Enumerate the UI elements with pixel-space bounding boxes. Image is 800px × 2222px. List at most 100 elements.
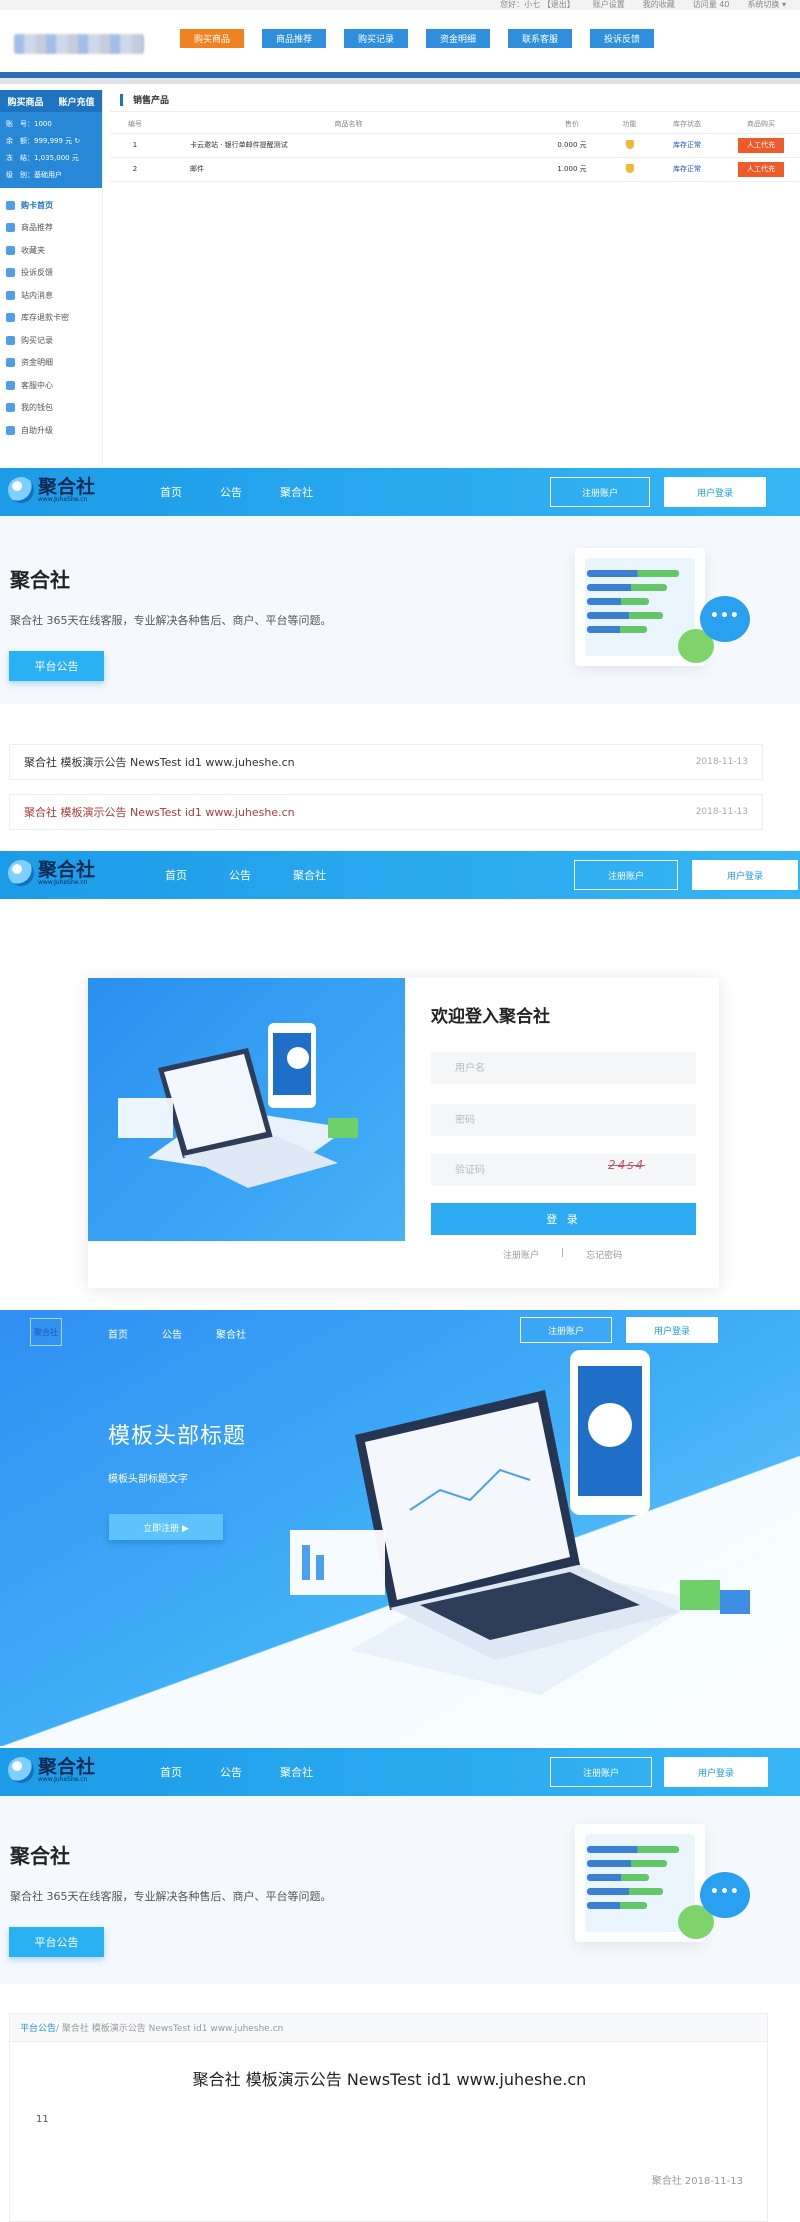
register-button[interactable]: 注册账户 bbox=[550, 477, 650, 507]
chat-icon bbox=[6, 268, 15, 278]
sidebar-item-messages[interactable]: 站内消息 bbox=[6, 284, 96, 307]
greeting-link[interactable]: 您好：小七 【退出】 bbox=[500, 0, 575, 10]
sidebar-item-label: 商品推荐 bbox=[21, 223, 53, 233]
card-icon bbox=[6, 200, 15, 210]
sidebar-item-favorites[interactable]: 收藏夹 bbox=[6, 239, 96, 262]
announcement-button[interactable]: 平台公告 bbox=[9, 651, 104, 681]
register-button[interactable]: 注册账户 bbox=[520, 1317, 612, 1343]
banner-brand[interactable]: 聚合社 bbox=[30, 1318, 62, 1346]
sidebar-item-label: 我的钱包 bbox=[21, 403, 53, 413]
login-button[interactable]: 用户登录 bbox=[664, 477, 766, 507]
nav-home[interactable]: 首页 bbox=[160, 484, 220, 500]
news-item[interactable]: 聚合社 模板演示公告 NewsTest id1 www.juheshe.cn 2… bbox=[9, 794, 763, 830]
nav-buy-products[interactable]: 购买商品 bbox=[180, 29, 244, 48]
breadcrumb-home-link[interactable]: 平台公告 bbox=[20, 2021, 56, 2034]
sidebar-item-label: 购卡首页 bbox=[21, 200, 53, 210]
nav-home[interactable]: 首页 bbox=[160, 1764, 220, 1780]
frozen-value: 1,035,000 元 bbox=[34, 154, 79, 162]
sidebar-item-upgrade[interactable]: 自助升级 bbox=[6, 419, 96, 442]
site-logo[interactable]: 聚合社 www.JuheShe.cn bbox=[8, 860, 95, 886]
nav-juheshe[interactable]: 聚合社 bbox=[293, 867, 357, 883]
nav-notice[interactable]: 公告 bbox=[229, 867, 293, 883]
sidebar-item-refund[interactable]: 库存退款卡密 bbox=[6, 307, 96, 330]
column-header: 商品名称 bbox=[160, 115, 537, 134]
register-now-button[interactable]: 立即注册 ▶ bbox=[109, 1514, 223, 1540]
login-submit-button[interactable]: 登 录 bbox=[431, 1203, 696, 1235]
visits-text: 访问量 40 bbox=[692, 0, 730, 9]
sidebar-item-home[interactable]: 购卡首页 bbox=[6, 194, 96, 217]
sidebar-item-complaints[interactable]: 投诉反馈 bbox=[6, 262, 96, 285]
sidebar-item-support[interactable]: 客服中心 bbox=[6, 374, 96, 397]
password-input[interactable] bbox=[431, 1104, 696, 1136]
announcement-button[interactable]: 平台公告 bbox=[9, 1927, 104, 1957]
news-item[interactable]: 聚合社 模板演示公告 NewsTest id1 www.juheshe.cn 2… bbox=[9, 744, 763, 780]
nav-complaints[interactable]: 投诉反馈 bbox=[590, 29, 654, 48]
breadcrumb-current: / 聚合社 模板演示公告 NewsTest id1 www.juheshe.cn bbox=[56, 2024, 284, 2034]
site-logo[interactable]: 聚合社 www.JuheShe.cn bbox=[8, 1757, 95, 1783]
news-date: 2018-11-13 bbox=[695, 807, 748, 817]
tab-buy-products[interactable]: 购买商品 bbox=[0, 90, 51, 112]
row-id: 2 bbox=[110, 157, 160, 182]
system-switch-link[interactable]: 系统切换 ▾ bbox=[747, 0, 786, 10]
laptop-illustration bbox=[290, 1350, 750, 1695]
nav-juheshe[interactable]: 聚合社 bbox=[280, 484, 340, 500]
captcha-image[interactable]: 24s4 bbox=[608, 1158, 645, 1172]
shield-icon bbox=[625, 139, 634, 149]
message-icon bbox=[6, 290, 15, 300]
hero-banner: 聚合社 首页 公告 聚合社 注册账户 用户登录 模板头部标题 模板头部标题文字 … bbox=[0, 1310, 800, 1746]
news-date: 2018-11-13 bbox=[695, 757, 748, 767]
nav-juheshe[interactable]: 聚合社 bbox=[280, 1764, 340, 1780]
register-link[interactable]: 注册账户 bbox=[503, 1248, 539, 1261]
news-title[interactable]: 聚合社 模板演示公告 NewsTest id1 www.juheshe.cn bbox=[24, 754, 295, 770]
sidebar-item-wallet[interactable]: 我的钱包 bbox=[6, 397, 96, 420]
sidebar-item-recommend[interactable]: 商品推荐 bbox=[6, 217, 96, 240]
news-title[interactable]: 聚合社 模板演示公告 NewsTest id1 www.juheshe.cn bbox=[24, 804, 295, 820]
register-button[interactable]: 注册账户 bbox=[574, 860, 678, 890]
nav-purchase-records[interactable]: 购买记录 bbox=[344, 29, 408, 48]
refresh-icon[interactable]: ↻ bbox=[74, 137, 80, 145]
username-input[interactable] bbox=[431, 1052, 696, 1084]
sidebar-item-label: 收藏夹 bbox=[21, 245, 45, 255]
row-id: 1 bbox=[110, 133, 160, 158]
nav-notice[interactable]: 公告 bbox=[162, 1326, 182, 1341]
list-icon bbox=[6, 335, 15, 345]
forgot-password-link[interactable]: 忘记密码 bbox=[586, 1248, 622, 1261]
nav-contact-support[interactable]: 联系客服 bbox=[508, 29, 572, 48]
sidebar-item-records[interactable]: 购买记录 bbox=[6, 329, 96, 352]
nav-recommended[interactable]: 商品推荐 bbox=[262, 29, 326, 48]
nav-juheshe[interactable]: 聚合社 bbox=[216, 1326, 246, 1341]
logo-url: www.JuheShe.cn bbox=[38, 1775, 88, 1783]
news-detail: 平台公告 / 聚合社 模板演示公告 NewsTest id1 www.juhes… bbox=[9, 2013, 768, 2222]
blurred-logo bbox=[14, 34, 144, 54]
admin-nav: 购买商品 商品推荐 购买记录 资金明细 联系客服 投诉反馈 bbox=[180, 29, 654, 48]
sidebar-item-funds[interactable]: 资金明细 bbox=[6, 352, 96, 375]
megaphone-icon bbox=[6, 223, 15, 233]
info-label: 余 额： bbox=[6, 137, 34, 145]
buy-button[interactable]: 人工代充 bbox=[738, 137, 784, 153]
nav-funds[interactable]: 资金明细 bbox=[426, 29, 490, 48]
product-name[interactable]: 邮件 bbox=[160, 157, 537, 182]
register-button[interactable]: 注册账户 bbox=[550, 1757, 652, 1787]
sidebar-item-label: 资金明细 bbox=[21, 358, 53, 368]
globe-icon bbox=[8, 477, 34, 503]
sidebar-menu: 购卡首页 商品推荐 收藏夹 投诉反馈 站内消息 库存退款卡密 购买记录 资金明细… bbox=[0, 188, 102, 448]
tab-recharge[interactable]: 账户充值 bbox=[51, 90, 102, 112]
login-button[interactable]: 用户登录 bbox=[626, 1317, 718, 1343]
favorites-link[interactable]: 我的收藏 bbox=[643, 0, 675, 10]
site-navbar: 聚合社 www.JuheShe.cn 首页 公告 聚合社 注册账户 用户登录 bbox=[0, 1748, 800, 1796]
banner-navbar: 聚合社 首页 公告 聚合社 注册账户 用户登录 bbox=[0, 1310, 800, 1354]
login-button[interactable]: 用户登录 bbox=[664, 1757, 768, 1787]
stock-status: 库存正常 bbox=[652, 157, 722, 182]
captcha-input[interactable] bbox=[431, 1154, 696, 1186]
login-button[interactable]: 用户登录 bbox=[692, 860, 798, 890]
nav-notice[interactable]: 公告 bbox=[220, 484, 280, 500]
account-settings-link[interactable]: 账户设置 bbox=[593, 0, 625, 10]
buy-button[interactable]: 人工代充 bbox=[738, 161, 784, 177]
nav-home[interactable]: 首页 bbox=[108, 1326, 128, 1341]
site-logo[interactable]: 聚合社 www.JuheShe.cn bbox=[8, 477, 95, 503]
nav-notice[interactable]: 公告 bbox=[220, 1764, 280, 1780]
nav-home[interactable]: 首页 bbox=[165, 867, 229, 883]
banner-title: 模板头部标题 bbox=[108, 1424, 247, 1449]
product-name[interactable]: 卡云邀站 · 银行单邮件提醒测试 bbox=[160, 133, 537, 158]
article-title: 聚合社 模板演示公告 NewsTest id1 www.juheshe.cn bbox=[192, 2070, 587, 2089]
